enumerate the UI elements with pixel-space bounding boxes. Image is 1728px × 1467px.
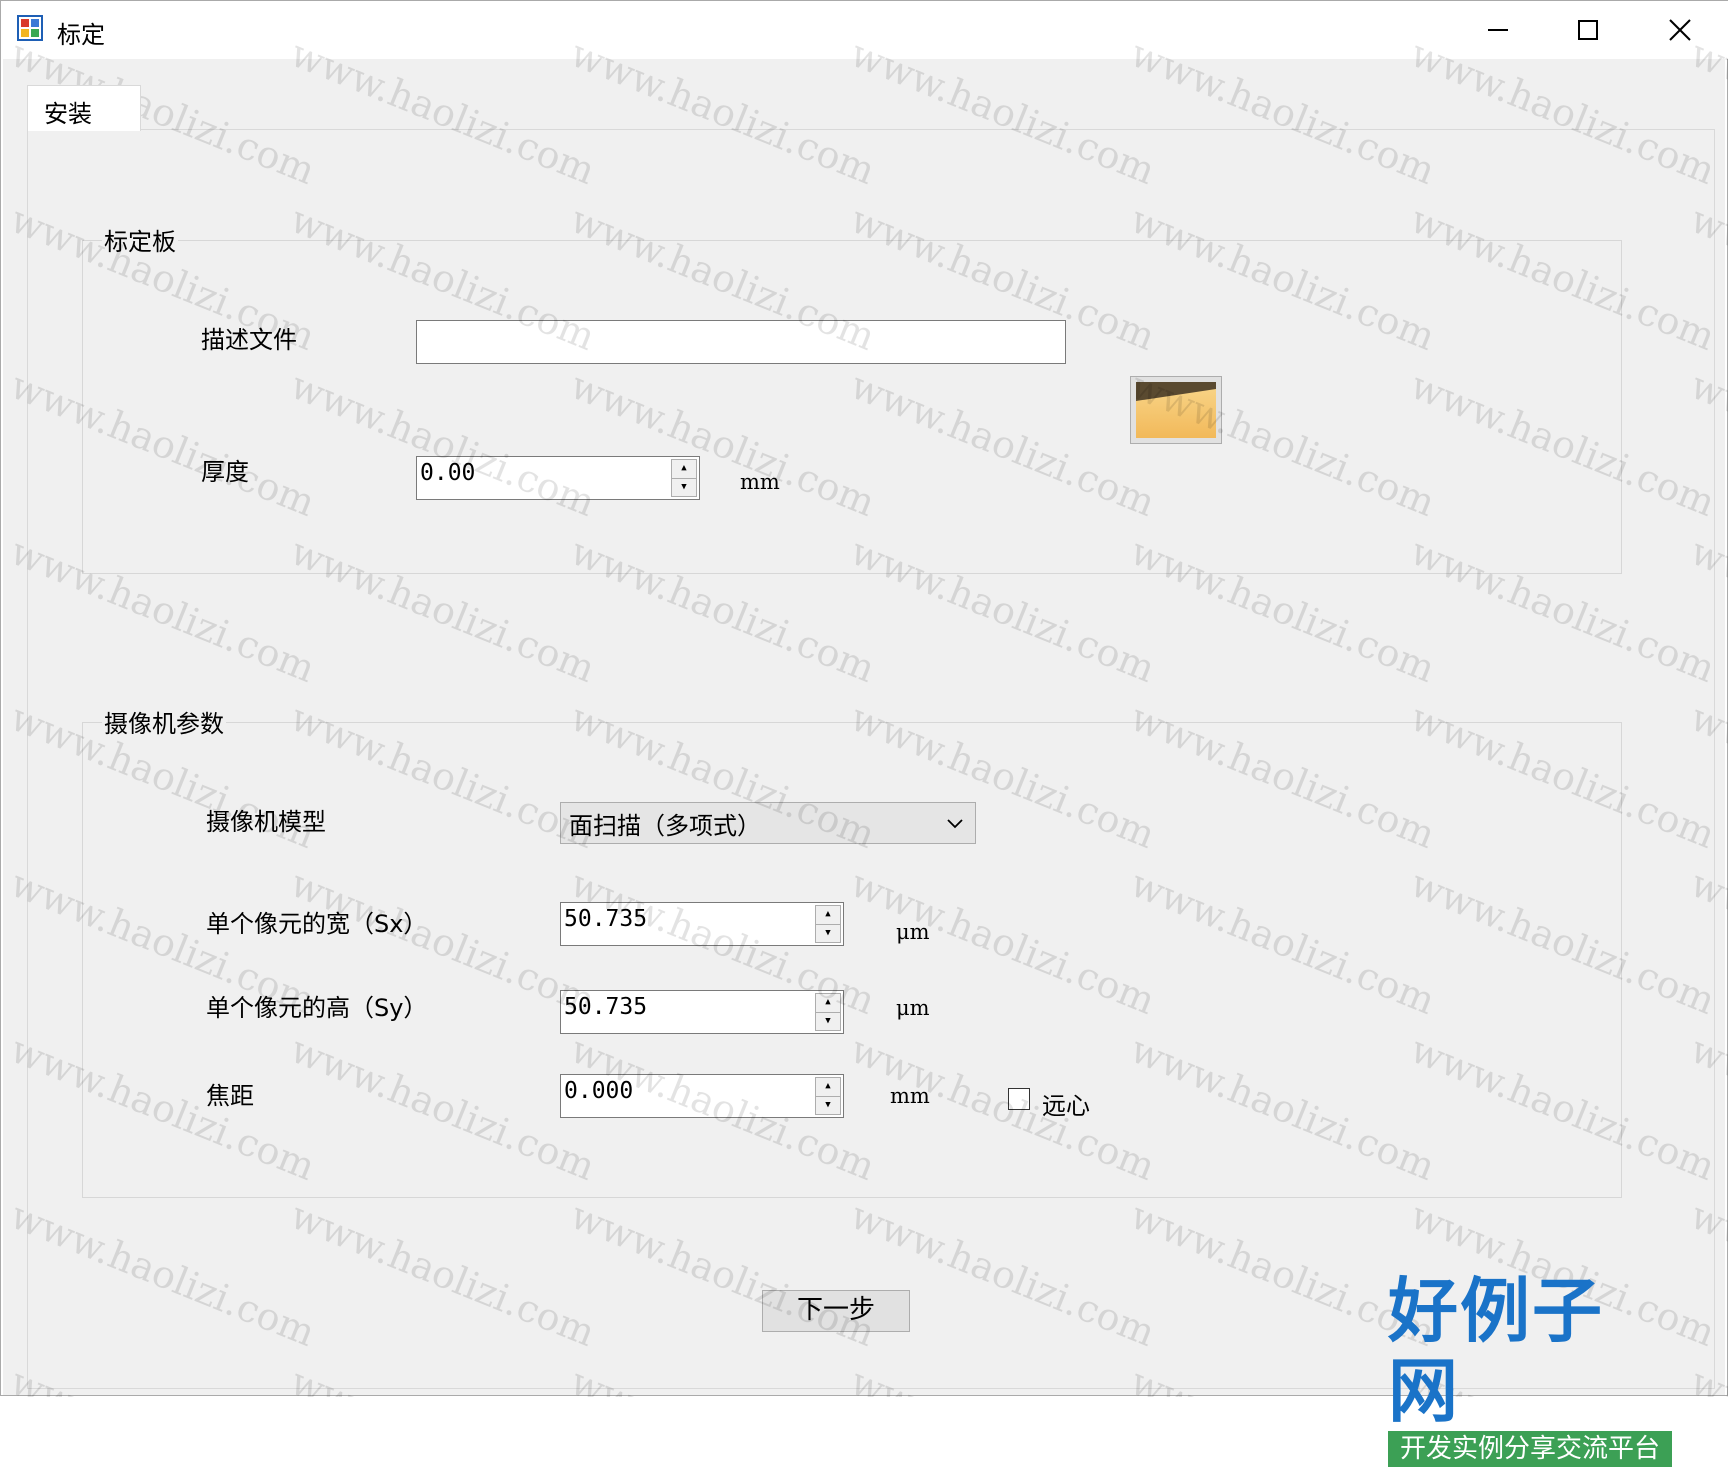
camera-model-value: 面扫描（多项式） [569, 812, 761, 840]
focal-length-stepper[interactable]: 0.000 ▲ ▼ [560, 1074, 844, 1118]
thickness-spin[interactable]: ▲ ▼ [671, 459, 697, 497]
sx-unit: μm [896, 920, 930, 944]
calibration-board-title: 标定板 [102, 222, 178, 257]
focal-length-unit: mm [890, 1084, 930, 1108]
sx-value: 50.735 [564, 906, 648, 932]
telecentric-checkbox[interactable] [1008, 1088, 1030, 1110]
spin-up-icon[interactable]: ▲ [815, 993, 841, 1013]
calibration-window: 标定 安装 标定板 描述文件 厚度 0.00 ▲ ▼ mm 摄像机参数 摄像机模… [0, 0, 1728, 1467]
sy-unit: μm [896, 996, 930, 1020]
maximize-button[interactable] [1543, 1, 1633, 59]
app-icon [17, 15, 43, 41]
focal-length-label: 焦距 [206, 1082, 254, 1110]
spin-down-icon[interactable]: ▼ [815, 1012, 841, 1031]
thickness-stepper[interactable]: 0.00 ▲ ▼ [416, 456, 700, 500]
sx-spin[interactable]: ▲ ▼ [815, 905, 841, 943]
sx-stepper[interactable]: 50.735 ▲ ▼ [560, 902, 844, 946]
tab-install-label: 安装 [44, 100, 92, 128]
spin-up-icon[interactable]: ▲ [671, 459, 697, 479]
telecentric-label[interactable]: 远心 [1042, 1086, 1090, 1121]
tab-page-install: 标定板 描述文件 厚度 0.00 ▲ ▼ mm 摄像机参数 摄像机模型 面扫描（… [27, 129, 1715, 1389]
spin-up-icon[interactable]: ▲ [815, 905, 841, 925]
camera-model-select[interactable]: 面扫描（多项式） [560, 802, 976, 844]
camera-model-label: 摄像机模型 [206, 808, 326, 836]
browse-button[interactable] [1130, 376, 1222, 444]
folder-icon [1136, 382, 1216, 438]
camera-params-group [82, 722, 1622, 1198]
close-button[interactable] [1635, 1, 1725, 59]
description-file-label: 描述文件 [201, 326, 297, 354]
minimize-button[interactable] [1453, 1, 1543, 59]
sy-stepper[interactable]: 50.735 ▲ ▼ [560, 990, 844, 1034]
thickness-label: 厚度 [201, 458, 249, 486]
calibration-board-group [82, 240, 1622, 574]
thickness-value: 0.00 [420, 460, 476, 486]
brand-subtitle: 开发实例分享交流平台 [1388, 1431, 1672, 1467]
client-area: 安装 标定板 描述文件 厚度 0.00 ▲ ▼ mm 摄像机参数 摄像机模型 面… [3, 59, 1725, 1395]
sx-label: 单个像元的宽（Sx） [206, 910, 428, 938]
spin-down-icon[interactable]: ▼ [815, 1096, 841, 1115]
spin-down-icon[interactable]: ▼ [815, 924, 841, 943]
tab-install[interactable]: 安装 [27, 85, 141, 131]
next-button[interactable]: 下一步 [762, 1290, 910, 1332]
sy-spin[interactable]: ▲ ▼ [815, 993, 841, 1031]
spin-down-icon[interactable]: ▼ [671, 478, 697, 497]
sy-value: 50.735 [564, 994, 648, 1020]
focal-length-spin[interactable]: ▲ ▼ [815, 1077, 841, 1115]
camera-params-title: 摄像机参数 [102, 704, 226, 739]
thickness-unit: mm [740, 470, 780, 494]
minimize-icon [1488, 29, 1508, 31]
focal-length-value: 0.000 [564, 1078, 634, 1104]
title-bar[interactable]: 标定 [1, 1, 1728, 59]
window-title: 标定 [57, 21, 105, 49]
sy-label: 单个像元的高（Sy） [206, 994, 428, 1022]
maximize-icon [1578, 20, 1598, 40]
chevron-down-icon [947, 819, 963, 829]
close-icon [1669, 19, 1691, 41]
description-file-input[interactable] [416, 320, 1066, 364]
spin-up-icon[interactable]: ▲ [815, 1077, 841, 1097]
